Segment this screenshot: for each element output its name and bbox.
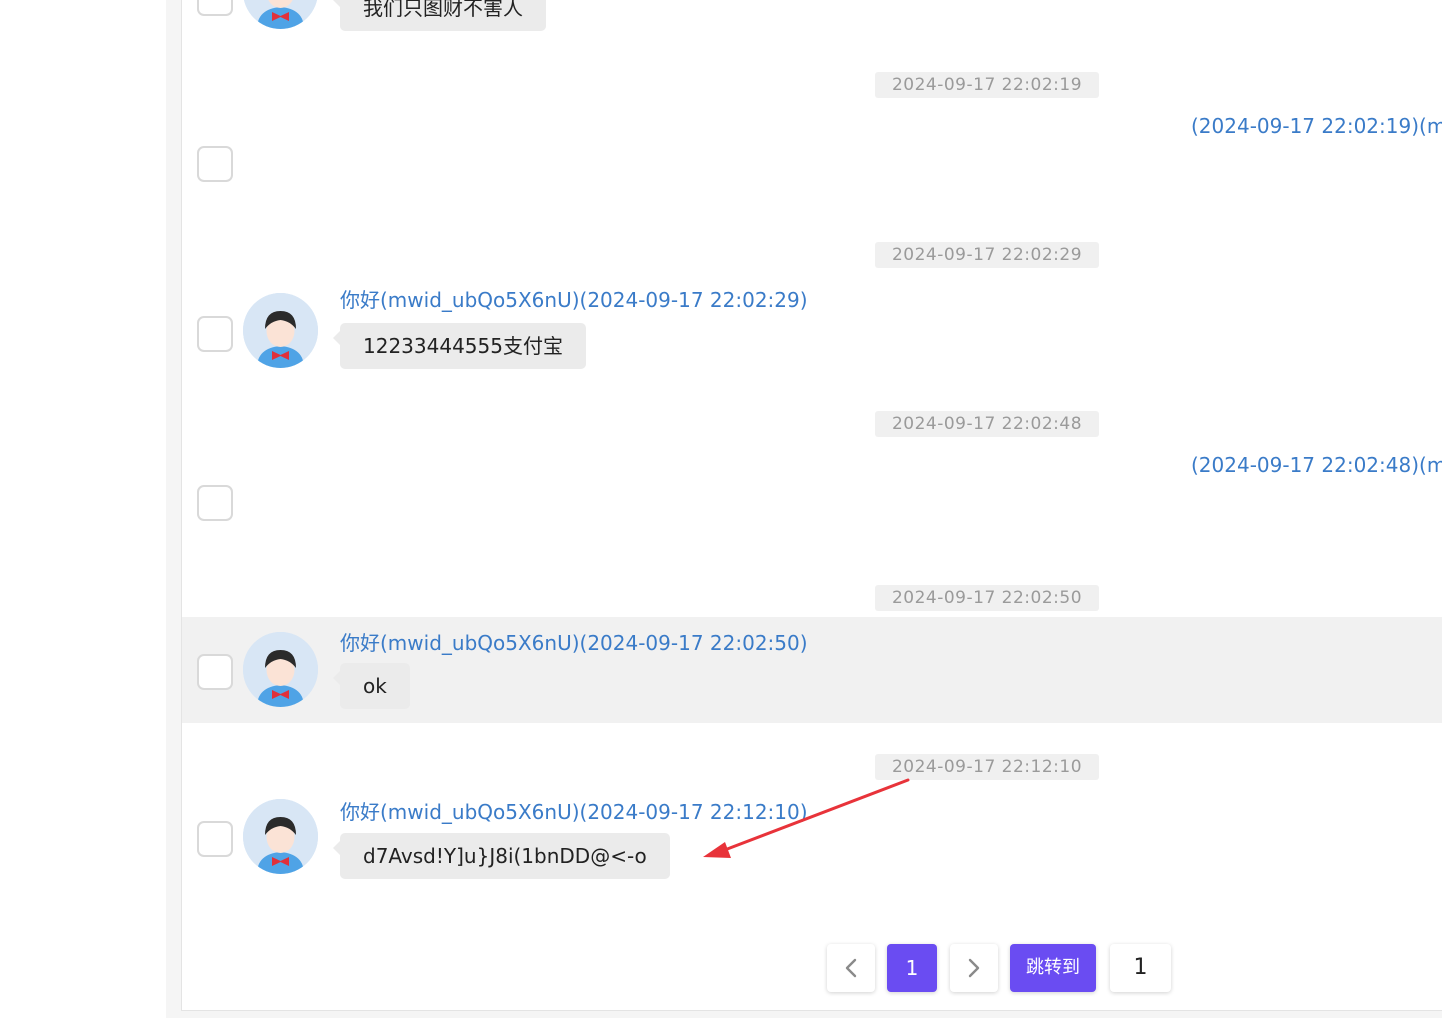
- message-bubble: 12233444555支付宝: [333, 323, 586, 369]
- avatar-icon: [243, 293, 318, 368]
- message-row: 2024-09-17 22:02:29 你好(mwid_ubQo5X6nU)(2…: [182, 242, 1442, 382]
- message-row: 2024-09-17 22:12:10 你好(mwid_ubQo5X6nU)(2…: [182, 754, 1442, 894]
- message-bubble: ok: [333, 663, 410, 709]
- message-select-checkbox[interactable]: [197, 146, 233, 182]
- sender-name: (2024-09-17 22:02:19)(mw: [1191, 114, 1442, 138]
- message-text: 我们只图财不害人: [363, 0, 523, 20]
- message-select-checkbox[interactable]: [197, 316, 233, 352]
- page-number-button[interactable]: 1: [887, 944, 937, 992]
- chevron-left-icon: [845, 958, 857, 978]
- message-row: 你好(mwid_ubQo5X6nU)(2024-09-17 22:02:50) …: [182, 617, 1442, 723]
- message-select-checkbox[interactable]: [197, 654, 233, 690]
- sender-name: 你好(mwid_ubQo5X6nU)(2024-09-17 22:12:10): [340, 800, 808, 824]
- message-bubble: 我们只图财不害人: [333, 0, 546, 31]
- message-select-checkbox[interactable]: [197, 0, 233, 16]
- message-select-checkbox[interactable]: [197, 821, 233, 857]
- avatar-icon: [243, 0, 318, 29]
- left-gutter: [0, 0, 166, 1018]
- user-avatar: [243, 632, 318, 707]
- chat-history-panel[interactable]: 我们只图财不害人 2024-09-17 22:02:19 (2024-09-17…: [181, 0, 1442, 1011]
- message-bubble: d7Avsd!Y]u}J8i(1bnDD@<-o: [333, 833, 670, 879]
- next-page-button[interactable]: [950, 944, 998, 992]
- page-number-input[interactable]: 1: [1110, 944, 1171, 992]
- sender-name: 你好(mwid_ubQo5X6nU)(2024-09-17 22:02:50): [340, 631, 808, 655]
- sender-name: (2024-09-17 22:02:48)(mw: [1191, 453, 1442, 477]
- message-timestamp: 2024-09-17 22:02:29: [875, 242, 1099, 268]
- prev-page-button[interactable]: [827, 944, 875, 992]
- message-text: ok: [363, 674, 387, 698]
- message-timestamp: 2024-09-17 22:02:50: [875, 585, 1099, 611]
- user-avatar: [243, 799, 318, 874]
- message-row: 2024-09-17 22:02:19 (2024-09-17 22:02:19…: [182, 72, 1442, 212]
- sender-name: 你好(mwid_ubQo5X6nU)(2024-09-17 22:02:29): [340, 288, 808, 312]
- jump-to-page-button[interactable]: 跳转到: [1010, 944, 1096, 992]
- message-text: 12233444555支付宝: [363, 334, 563, 358]
- message-text: d7Avsd!Y]u}J8i(1bnDD@<-o: [363, 844, 647, 868]
- message-timestamp: 2024-09-17 22:02:48: [875, 411, 1099, 437]
- user-avatar: [243, 293, 318, 368]
- message-timestamp: 2024-09-17 22:02:19: [875, 72, 1099, 98]
- chevron-right-icon: [968, 958, 980, 978]
- avatar-icon: [243, 799, 318, 874]
- avatar-icon: [243, 632, 318, 707]
- chat-log-page: 我们只图财不害人 2024-09-17 22:02:19 (2024-09-17…: [0, 0, 1442, 1018]
- message-row: 2024-09-17 22:02:48 (2024-09-17 22:02:48…: [182, 411, 1442, 551]
- message-select-checkbox[interactable]: [197, 485, 233, 521]
- message-row: 我们只图财不害人: [182, 0, 1442, 36]
- message-timestamp: 2024-09-17 22:12:10: [875, 754, 1099, 780]
- user-avatar: [243, 0, 318, 29]
